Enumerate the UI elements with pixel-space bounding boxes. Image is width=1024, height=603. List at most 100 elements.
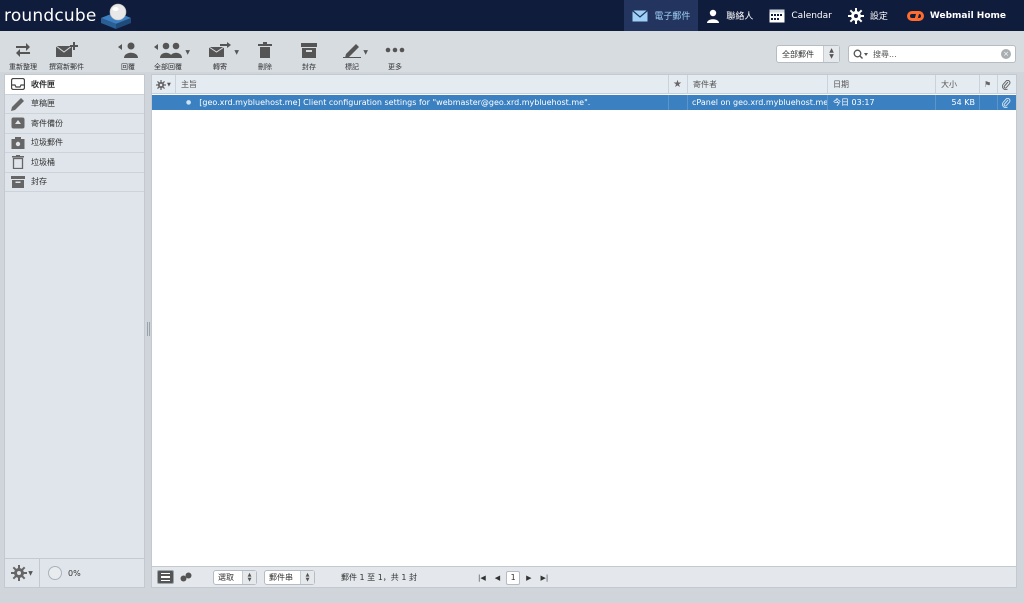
- reply-all-button[interactable]: ▼ 全部回覆: [153, 40, 190, 72]
- threads-dropdown[interactable]: 郵件串 ▲ ▼: [264, 570, 315, 585]
- mark-button[interactable]: ▼ 標記: [343, 40, 368, 72]
- updown-icon: ▲ ▼: [300, 571, 314, 584]
- folder-drafts[interactable]: 草稿匣: [5, 95, 144, 114]
- archive-icon: [11, 175, 25, 188]
- next-page-icon[interactable]: ▶: [526, 574, 531, 582]
- refresh-label: 重新整理: [9, 63, 37, 71]
- row-flag-cell[interactable]: [980, 95, 998, 110]
- nav-settings-label: 設定: [869, 12, 888, 22]
- folder-sent[interactable]: 寄件備份: [5, 114, 144, 134]
- folder-junk[interactable]: 垃圾郵件: [5, 134, 144, 153]
- nav-mail[interactable]: 電子郵件: [624, 0, 699, 31]
- quota-text: 0%: [68, 568, 81, 578]
- search-input[interactable]: 搜尋... ×: [848, 45, 1016, 63]
- logo-box-icon: [99, 2, 133, 30]
- column-attachment[interactable]: [998, 75, 1016, 94]
- top-bar: roundcube 電子郵件 聯絡人 Calendar 設定 Webmail H…: [0, 0, 1024, 31]
- gear-icon: [156, 79, 166, 90]
- row-attachment-cell[interactable]: [998, 95, 1016, 110]
- folder-archive[interactable]: 封存: [5, 173, 144, 192]
- nav-contacts[interactable]: 聯絡人: [698, 0, 761, 31]
- column-from[interactable]: 寄件者: [688, 75, 828, 94]
- reply-all-caret-icon[interactable]: ▼: [185, 49, 190, 56]
- folder-actions-button[interactable]: ▼: [5, 558, 40, 588]
- star-icon: ★: [673, 79, 682, 90]
- updown-icon: ▲ ▼: [242, 571, 256, 584]
- folder-trash[interactable]: 垃圾桶: [5, 153, 144, 173]
- column-date[interactable]: 日期: [828, 75, 936, 94]
- refresh-icon: [16, 43, 30, 57]
- list-options-button[interactable]: ▼: [152, 75, 176, 94]
- delete-label: 刪除: [258, 63, 272, 71]
- folder-sent-label: 寄件備份: [31, 118, 63, 128]
- forward-label: 轉寄: [213, 63, 227, 71]
- list-header: ▼ 主旨 ★ 寄件者 日期 大小 ⚑: [152, 75, 1016, 94]
- row-select-cell[interactable]: [152, 95, 176, 110]
- refresh-button[interactable]: 重新整理: [9, 40, 37, 72]
- gear-icon: [11, 565, 28, 581]
- sidebar-footer: ▼ 0%: [5, 558, 144, 588]
- junk-icon: [11, 136, 25, 149]
- list-lines-icon: [161, 579, 170, 582]
- more-button[interactable]: 更多: [385, 40, 405, 72]
- pagination: |◀ ◀ 1 ▶ ▶|: [478, 570, 548, 585]
- page-number-input[interactable]: 1: [506, 570, 521, 585]
- threads-icon: [180, 572, 192, 582]
- search-icon[interactable]: [853, 49, 869, 59]
- archive-icon: [301, 42, 317, 58]
- archive-button[interactable]: 封存: [301, 40, 317, 72]
- reply-button[interactable]: 回覆: [117, 40, 139, 72]
- inbox-icon: [11, 78, 25, 91]
- message-subject: [geo.xrd.mybluehost.me] Client configura…: [199, 98, 591, 107]
- folder-junk-label: 垃圾郵件: [31, 138, 63, 148]
- logo[interactable]: roundcube: [4, 2, 133, 30]
- nav-calendar[interactable]: Calendar: [761, 0, 839, 31]
- prev-page-icon[interactable]: ◀: [495, 574, 500, 582]
- folder-archive-label: 封存: [31, 177, 47, 187]
- column-size[interactable]: 大小: [936, 75, 980, 94]
- mark-caret-icon[interactable]: ▼: [363, 49, 368, 56]
- forward-button[interactable]: ▼ 轉寄: [208, 40, 239, 72]
- layout-toggle-button[interactable]: [157, 570, 174, 584]
- nav-settings[interactable]: 設定: [840, 0, 896, 31]
- reply-icon: [118, 42, 138, 58]
- paperclip-icon: [1002, 97, 1011, 108]
- last-page-icon[interactable]: ▶|: [541, 574, 549, 582]
- paperclip-icon: [1002, 79, 1011, 90]
- folder-filter-select[interactable]: 全部郵件 ▲ ▼: [776, 45, 840, 63]
- pane-splitter[interactable]: [146, 322, 150, 336]
- row-size-cell[interactable]: 54 KB: [936, 95, 980, 110]
- message-count-text: 郵件 1 至 1，共 1 封: [341, 573, 417, 582]
- sent-icon: [11, 117, 25, 129]
- compose-label: 撰寫新郵件: [49, 63, 84, 71]
- row-from-cell[interactable]: cPanel on geo.xrd.mybluehost.me: [688, 95, 828, 110]
- delete-button[interactable]: 刪除: [258, 40, 272, 72]
- chevron-down-icon: ▼: [167, 81, 171, 88]
- message-size: 54 KB: [951, 98, 975, 107]
- folder-list: 收件匣 草稿匣 寄件備份 垃圾郵件 垃圾桶 封存 ▼ 0%: [4, 74, 145, 588]
- message-count: 郵件 1 至 1，共 1 封: [341, 570, 417, 585]
- forward-caret-icon[interactable]: ▼: [234, 49, 239, 56]
- threads-toggle-button[interactable]: [180, 572, 192, 582]
- folder-inbox[interactable]: 收件匣: [5, 75, 144, 95]
- cpanel-icon: [906, 10, 924, 21]
- select-dropdown[interactable]: 選取 ▲ ▼: [213, 570, 257, 585]
- row-subject-cell[interactable]: ● [geo.xrd.mybluehost.me] Client configu…: [176, 95, 669, 110]
- quota-circle-icon: [48, 566, 62, 580]
- select-dropdown-label: 選取: [218, 573, 234, 582]
- row-date-cell[interactable]: 今日 03:17: [828, 95, 936, 110]
- message-date: 今日 03:17: [833, 98, 875, 107]
- nav-webmail-home[interactable]: Webmail Home: [896, 0, 1024, 31]
- first-page-icon[interactable]: |◀: [478, 574, 486, 582]
- column-flag[interactable]: ⚑: [980, 75, 998, 94]
- row-flagged-cell[interactable]: [669, 95, 688, 110]
- clear-search-icon[interactable]: ×: [1001, 49, 1011, 59]
- updown-icon: ▲ ▼: [823, 46, 839, 62]
- table-row[interactable]: ● [geo.xrd.mybluehost.me] Client configu…: [152, 95, 1016, 110]
- column-subject-label: 主旨: [181, 80, 197, 89]
- nav-calendar-label: Calendar: [791, 10, 832, 21]
- list-lines-icon: [161, 576, 170, 578]
- column-subject[interactable]: 主旨: [176, 75, 669, 94]
- column-flag-star[interactable]: ★: [669, 75, 688, 94]
- compose-button[interactable]: 撰寫新郵件: [49, 40, 84, 72]
